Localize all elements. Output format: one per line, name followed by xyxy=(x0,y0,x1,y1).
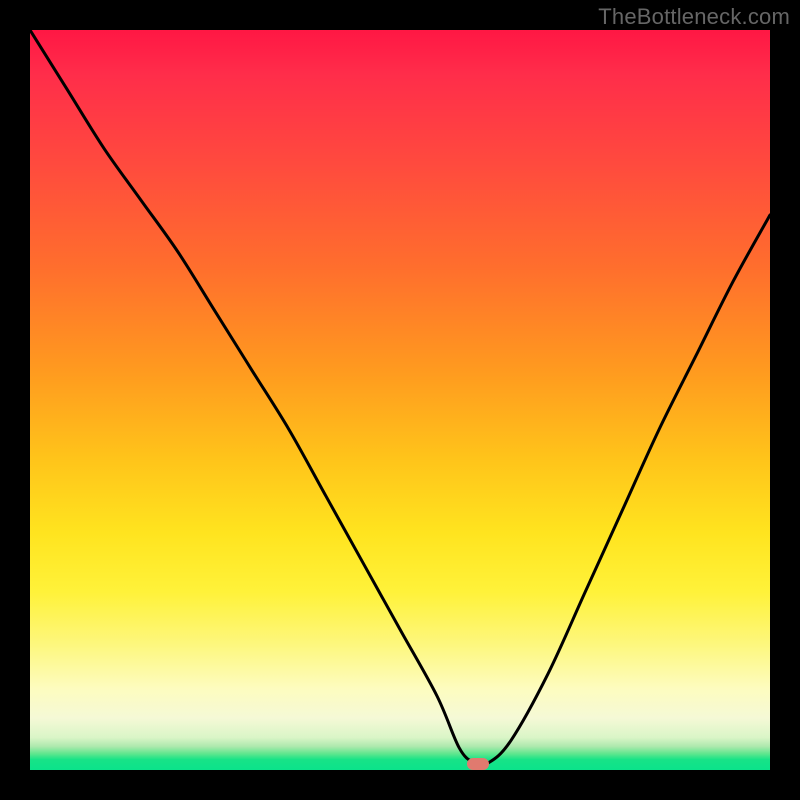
chart-frame: TheBottleneck.com xyxy=(0,0,800,800)
bottleneck-curve xyxy=(30,30,770,770)
watermark-text: TheBottleneck.com xyxy=(598,4,790,30)
curve-path xyxy=(30,30,770,765)
minimum-marker xyxy=(467,758,489,770)
plot-area xyxy=(30,30,770,770)
